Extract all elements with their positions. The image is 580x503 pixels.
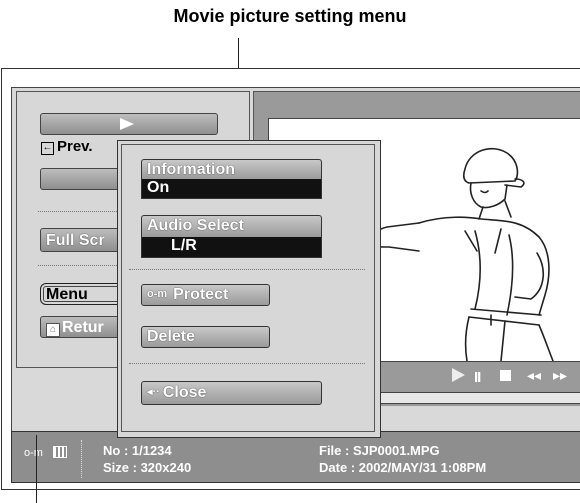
rewind-icon[interactable]: ◂◂ [527, 367, 541, 384]
play-icon [120, 118, 134, 130]
back-arrow-icon: ◂·· [147, 386, 160, 398]
file-date: Date : 2002/MAY/31 1:08PM [319, 460, 487, 475]
information-button[interactable]: Information [141, 159, 322, 179]
delete-button[interactable]: Delete [141, 326, 270, 348]
prev-label: Prev. [57, 138, 93, 155]
callout-line [36, 435, 37, 503]
home-icon: ⌂ [46, 323, 60, 337]
audio-select-button[interactable]: Audio Select [141, 215, 322, 237]
pause-icon[interactable]: II [474, 369, 481, 386]
file-number: No : 1/1234 [103, 443, 172, 458]
stop-icon[interactable] [500, 370, 511, 381]
return-label: Retur [62, 319, 104, 336]
image-size: Size : 320x240 [103, 460, 192, 475]
key-icon: o-m [24, 447, 43, 459]
divider [81, 440, 82, 478]
prev-arrow-icon: ← [41, 142, 54, 155]
protect-label: Protect [173, 286, 229, 303]
film-icon [53, 446, 67, 458]
divider [129, 269, 365, 270]
file-name: File : SJP0001.MPG [319, 443, 440, 458]
protect-button[interactable]: o-m Protect [141, 284, 270, 306]
fast-forward-icon[interactable]: ▸▸ [553, 367, 567, 384]
file-info-bar [11, 431, 580, 483]
close-label: Close [162, 384, 207, 401]
key-icon: o-m [147, 288, 168, 300]
divider [129, 363, 365, 364]
play-icon[interactable] [452, 368, 465, 382]
close-button[interactable]: ◂·· Close [141, 381, 322, 405]
prev-button[interactable]: ← Prev. [41, 138, 93, 155]
figure-caption: Movie picture setting menu [173, 6, 407, 26]
audio-select-value: L/R [141, 237, 322, 258]
information-value: On [141, 179, 322, 199]
